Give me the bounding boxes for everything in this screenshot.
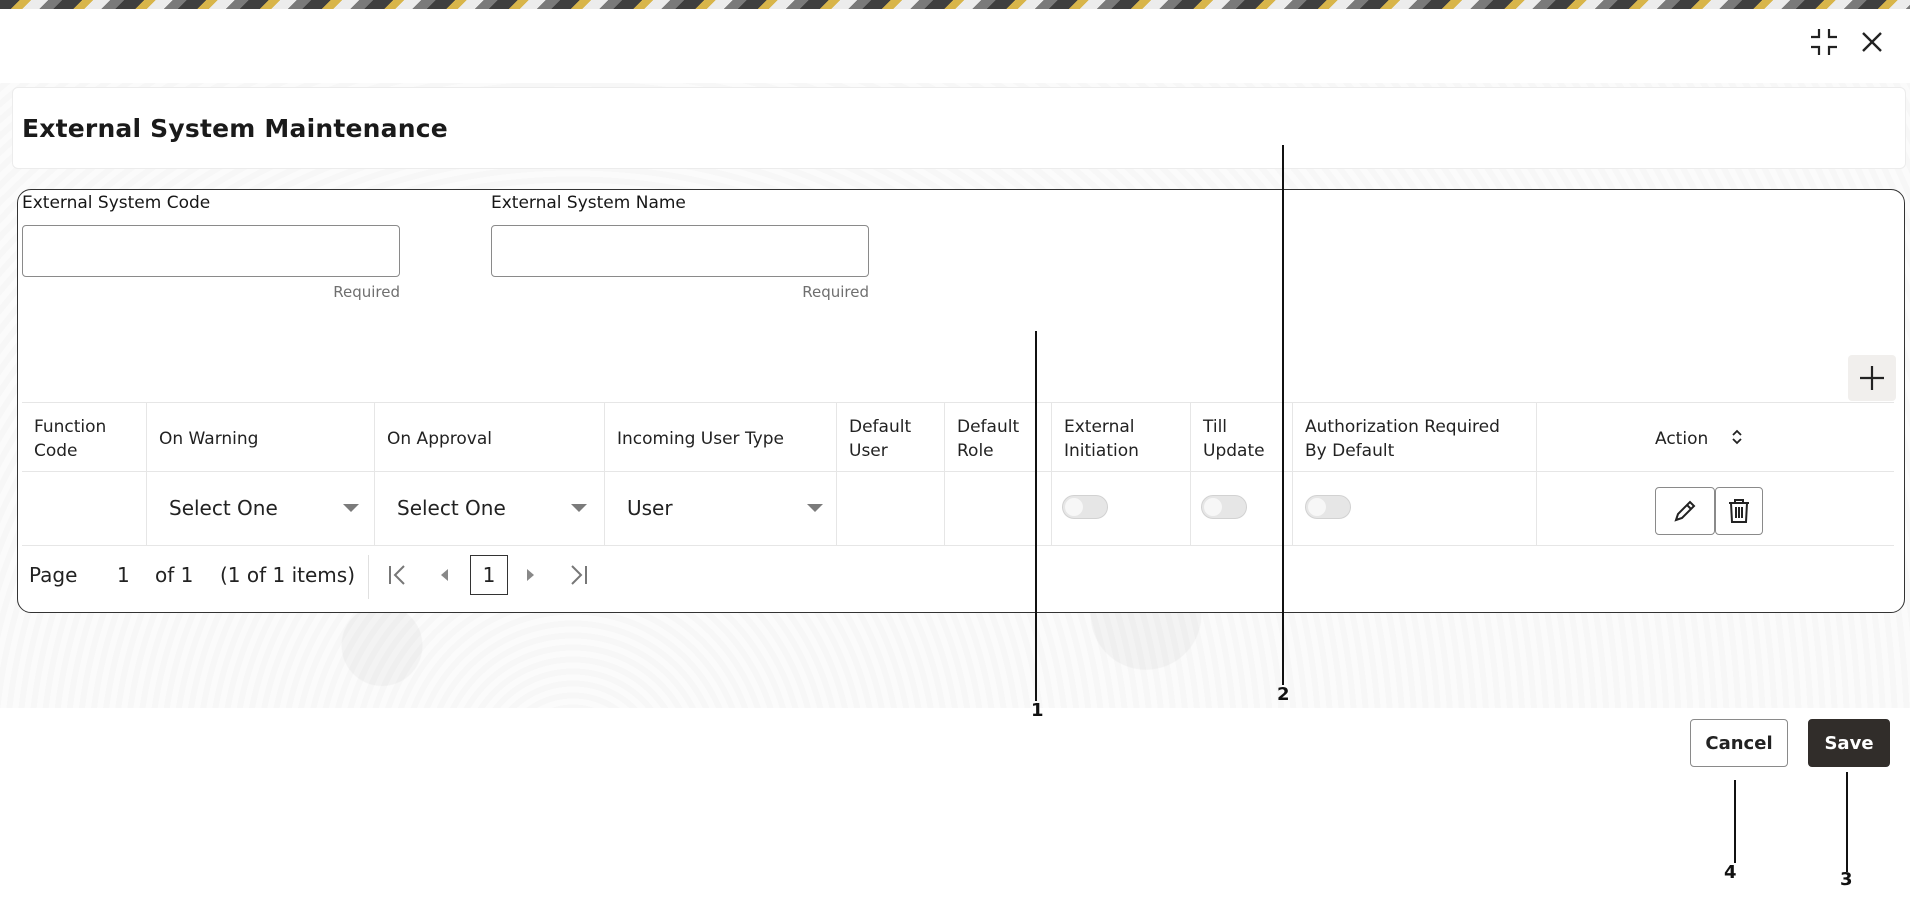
last-page-icon[interactable] [568,563,590,587]
callout-line-1 [1035,331,1037,701]
cell-on-approval: Select One [374,472,604,546]
external-system-code-input[interactable] [22,225,400,277]
cell-action [1536,472,1894,546]
col-on-approval: On Approval [374,403,604,473]
grid-header: Function Code On Warning On Approval Inc… [22,402,1894,473]
on-approval-select[interactable]: Select One [397,488,587,528]
on-warning-value: Select One [169,496,278,520]
sort-icon[interactable] [1730,428,1744,446]
callout-number-2: 2 [1277,684,1290,705]
on-approval-value: Select One [397,496,506,520]
external-system-name-label: External System Name [491,193,686,213]
incoming-user-type-value: User [627,496,673,520]
page-title: External System Maintenance [22,114,448,143]
first-page-icon[interactable] [386,563,408,587]
current-page[interactable]: 1 [470,555,508,595]
chevron-down-icon [571,504,587,512]
page-of-label: of 1 [155,563,194,587]
cell-default-user [836,472,944,546]
pencil-icon [1674,500,1696,522]
col-on-warning: On Warning [146,403,374,473]
table-row: Select One Select One User [22,472,1894,546]
col-action-label: Action [1655,429,1709,449]
external-system-name-required: Required [802,283,869,301]
previous-page-icon[interactable] [436,563,452,587]
till-update-toggle[interactable] [1201,495,1247,519]
cell-on-warning: Select One [146,472,374,546]
trash-icon [1729,499,1749,523]
callout-number-3: 3 [1840,869,1853,890]
callout-line-4 [1734,780,1736,863]
cancel-button[interactable]: Cancel [1690,719,1788,767]
cell-external-initiation [1051,472,1190,546]
decorative-banner [0,0,1910,9]
cell-authorization-required [1292,472,1536,546]
next-page-icon[interactable] [523,563,539,587]
delete-button[interactable] [1715,487,1763,535]
callout-line-3 [1846,772,1848,872]
save-button[interactable]: Save [1808,719,1890,767]
authorization-required-toggle[interactable] [1305,495,1351,519]
incoming-user-type-select[interactable]: User [627,488,823,528]
external-system-code-required: Required [333,283,400,301]
col-function-code: Function Code [34,417,107,461]
col-action: Action [1536,403,1894,473]
external-system-name-input[interactable] [491,225,869,277]
callout-line-2 [1282,145,1284,685]
restore-icon [1811,29,1837,55]
callout-number-1: 1 [1031,700,1044,721]
col-external-initiation: External Initiation [1051,403,1190,473]
col-incoming-user-type: Incoming User Type [604,403,836,473]
plus-icon [1860,366,1884,390]
cell-till-update [1190,472,1292,546]
close-icon [1862,32,1882,52]
on-warning-select[interactable]: Select One [169,488,359,528]
toggle-knob [1204,498,1222,516]
toggle-knob [1308,498,1326,516]
restore-button[interactable] [1806,24,1842,60]
add-row-button[interactable] [1848,355,1896,401]
col-authorization-required: Authorization Required By Default [1292,403,1536,473]
page-label: Page [29,563,78,587]
cell-function-code [22,472,146,546]
callout-number-4: 4 [1724,862,1737,883]
pager-divider [368,555,369,599]
toggle-knob [1065,498,1083,516]
col-till-update: Till Update [1190,403,1292,473]
external-system-code-label: External System Code [22,193,211,213]
chevron-down-icon [807,504,823,512]
items-count: (1 of 1 items) [220,563,356,587]
col-default-user: Default User [836,403,944,473]
dialog-header [0,9,1910,81]
cell-incoming-user-type: User [604,472,836,546]
external-initiation-toggle[interactable] [1062,495,1108,519]
close-button[interactable] [1854,24,1890,60]
edit-button[interactable] [1655,487,1715,535]
chevron-down-icon [343,504,359,512]
page-number-input[interactable]: 1 [117,563,130,587]
